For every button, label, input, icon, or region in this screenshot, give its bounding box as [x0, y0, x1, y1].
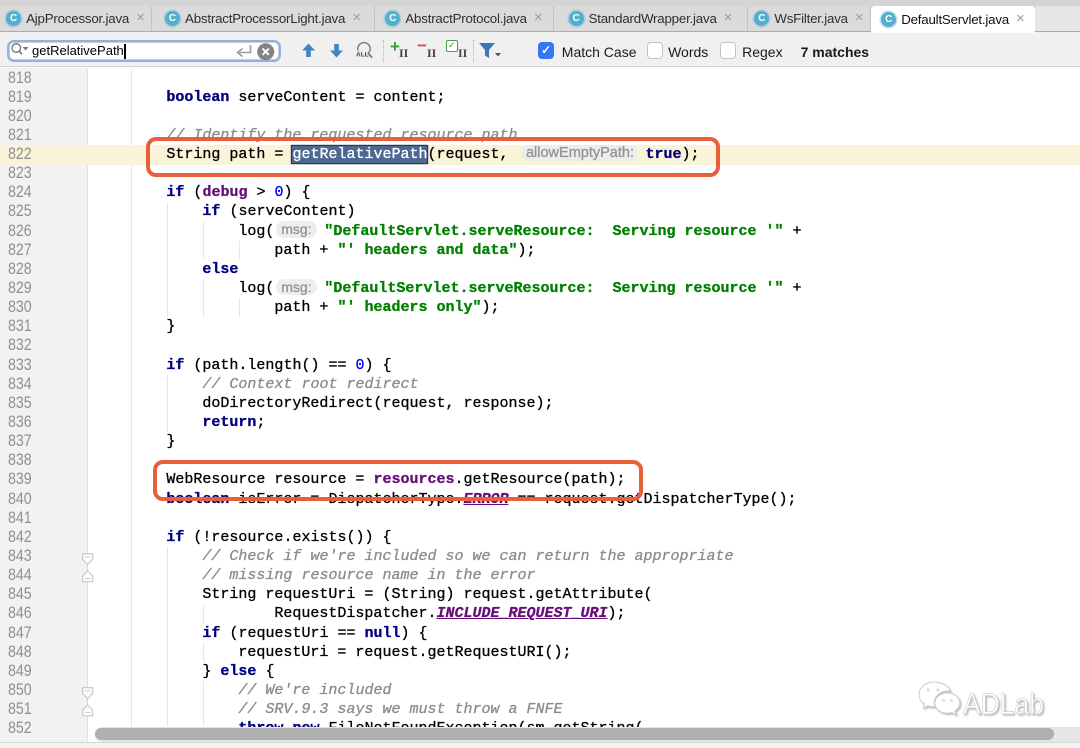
svg-text:ALL: ALL	[356, 51, 369, 58]
svg-text:ADLab: ADLab	[963, 688, 1044, 721]
